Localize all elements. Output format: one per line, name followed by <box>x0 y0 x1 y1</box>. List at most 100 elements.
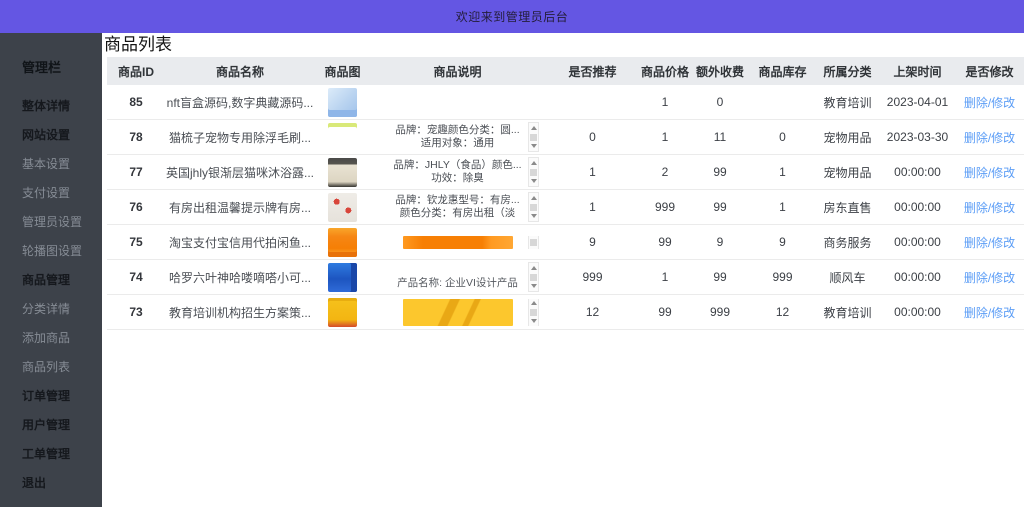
delete-edit-link[interactable]: 删除/修改 <box>964 306 1015 320</box>
desc-line-2: 颜色分类：有房出租（淡 <box>384 207 532 220</box>
desc-scrollbar[interactable] <box>528 157 539 187</box>
cell-product-image <box>315 88 370 117</box>
cell-price: 2 <box>640 165 690 179</box>
sidebar-item-add-product[interactable]: 添加商品 <box>22 332 102 344</box>
topbar: 欢迎来到管理员后台 <box>0 0 1024 33</box>
desc-scrollbar[interactable] <box>528 192 539 222</box>
cell-recommend: 12 <box>545 305 640 319</box>
product-desc-text: 品牌：宠趣颜色分类：圆... 适用对象：通用 <box>384 122 532 152</box>
table-row: 74 哈罗六叶神哈喽嘀嗒小可... 产品名称: 企业VI设计产品 999 1 9… <box>107 260 1024 295</box>
cell-extra-fee: 99 <box>690 165 750 179</box>
cell-shelf-time: 2023-03-30 <box>880 130 955 144</box>
scroll-up-icon[interactable] <box>531 266 537 270</box>
sidebar-item-site-settings[interactable]: 网站设置 <box>22 129 102 141</box>
sidebar-item-category-detail[interactable]: 分类详情 <box>22 303 102 315</box>
cell-shelf-time: 00:00:00 <box>880 235 955 249</box>
sidebar-item-order-management[interactable]: 订单管理 <box>22 390 102 402</box>
table-header-row: 商品ID 商品名称 商品图 商品说明 是否推荐 商品价格 额外收费 商品库存 所… <box>107 57 1024 85</box>
sidebar-item-user-management[interactable]: 用户管理 <box>22 419 102 431</box>
scroll-thumb[interactable] <box>530 274 537 281</box>
table-row: 85 nft盲盒源码,数字典藏源码... 1 0 教育培训 2023-04-01… <box>107 85 1024 120</box>
desc-line-2: 功效：除臭 <box>384 172 532 185</box>
cat-shampoo-dark-image <box>328 158 357 187</box>
cell-product-desc: 产品名称: 企业VI设计产品 <box>370 262 545 292</box>
desc-orange-banner-image <box>403 236 513 249</box>
delete-edit-link[interactable]: 删除/修改 <box>964 201 1015 215</box>
scroll-down-icon[interactable] <box>531 319 537 323</box>
col-header-product-name: 商品名称 <box>165 63 315 80</box>
scroll-up-icon[interactable] <box>531 161 537 165</box>
sidebar-item-payment-settings[interactable]: 支付设置 <box>22 187 102 199</box>
col-header-modify: 是否修改 <box>955 63 1024 80</box>
desc-scrollbar[interactable] <box>528 299 539 326</box>
cell-product-name: 有房出租温馨提示牌有房... <box>165 199 315 216</box>
scroll-up-icon[interactable] <box>531 301 537 305</box>
cell-category: 教育培训 <box>815 94 880 111</box>
desc-line-2: 适用对象：通用 <box>384 137 532 150</box>
table-row: 73 教育培训机构招生方案策... 12 99 999 12 教育培训 00:0… <box>107 295 1024 330</box>
cell-shelf-time: 00:00:00 <box>880 165 955 179</box>
cell-product-desc <box>370 299 545 326</box>
cell-category: 房东直售 <box>815 199 880 216</box>
delete-edit-link[interactable]: 删除/修改 <box>964 236 1015 250</box>
cell-product-id: 76 <box>107 200 165 214</box>
table-row: 76 有房出租温馨提示牌有房... 品牌：钦龙惠型号：有房... 颜色分类：有房… <box>107 190 1024 225</box>
sidebar-item-ticket-management[interactable]: 工单管理 <box>22 448 102 460</box>
desc-scrollbar[interactable] <box>528 122 539 152</box>
cell-recommend: 1 <box>545 165 640 179</box>
cell-product-image <box>315 193 370 222</box>
cell-shelf-time: 00:00:00 <box>880 200 955 214</box>
cell-product-desc <box>370 236 545 249</box>
scroll-down-icon[interactable] <box>531 284 537 288</box>
cell-category: 教育培训 <box>815 304 880 321</box>
sidebar-item-basic-settings[interactable]: 基本设置 <box>22 158 102 170</box>
scroll-up-icon[interactable] <box>531 196 537 200</box>
sidebar-item-carousel-settings[interactable]: 轮播图设置 <box>22 245 102 257</box>
cell-product-image <box>315 228 370 257</box>
sidebar-item-product-management[interactable]: 商品管理 <box>22 274 102 286</box>
sidebar-item-logout[interactable]: 退出 <box>22 477 102 489</box>
scroll-thumb[interactable] <box>530 134 537 141</box>
scroll-down-icon[interactable] <box>531 179 537 183</box>
scroll-thumb[interactable] <box>530 169 537 176</box>
cell-price: 1 <box>640 130 690 144</box>
hallo-blue-image <box>328 263 357 292</box>
rental-sign-image <box>328 193 357 222</box>
cell-stock: 9 <box>750 235 815 249</box>
desc-scrollbar[interactable] <box>528 262 539 292</box>
cell-product-name: nft盲盒源码,数字典藏源码... <box>165 94 315 111</box>
delete-edit-link[interactable]: 删除/修改 <box>964 131 1015 145</box>
scroll-thumb[interactable] <box>530 204 537 211</box>
nft-blue-image <box>328 88 357 117</box>
desc-yellow-banner-image <box>403 299 513 326</box>
product-desc-text: 产品名称: 企业VI设计产品 <box>384 262 532 292</box>
cell-stock: 999 <box>750 270 815 284</box>
scroll-down-icon[interactable] <box>531 214 537 218</box>
cell-price: 999 <box>640 200 690 214</box>
page-title: 商品列表 <box>104 35 1024 55</box>
cell-product-image <box>315 123 370 152</box>
col-header-category: 所属分类 <box>815 63 880 80</box>
taobao-orange-image <box>328 228 357 257</box>
scroll-down-icon[interactable] <box>531 144 537 148</box>
desc-scrollbar[interactable] <box>528 236 539 249</box>
cell-product-image <box>315 158 370 187</box>
scroll-thumb[interactable] <box>530 239 537 246</box>
sidebar-item-overall-detail[interactable]: 整体详情 <box>22 100 102 112</box>
cell-price: 99 <box>640 235 690 249</box>
table-row: 77 英国jhly银渐层猫咪沐浴露... 品牌：JHLY（食品）颜色... 功效… <box>107 155 1024 190</box>
delete-edit-link[interactable]: 删除/修改 <box>964 271 1015 285</box>
scroll-up-icon[interactable] <box>531 126 537 130</box>
cell-category: 顺风车 <box>815 269 880 286</box>
delete-edit-link[interactable]: 删除/修改 <box>964 96 1015 110</box>
col-header-product-id: 商品ID <box>107 63 165 80</box>
sidebar-item-product-list[interactable]: 商品列表 <box>22 361 102 373</box>
desc-line-1: 品牌：钦龙惠型号：有房... <box>384 194 532 207</box>
cell-product-name: 淘宝支付宝信用代拍闲鱼... <box>165 234 315 251</box>
product-desc-text: 品牌：JHLY（食品）颜色... 功效：除臭 <box>384 157 532 187</box>
scroll-thumb[interactable] <box>530 309 537 316</box>
sidebar-item-admin-settings[interactable]: 管理员设置 <box>22 216 102 228</box>
cell-product-desc: 品牌：JHLY（食品）颜色... 功效：除臭 <box>370 157 545 187</box>
col-header-stock: 商品库存 <box>750 63 815 80</box>
delete-edit-link[interactable]: 删除/修改 <box>964 166 1015 180</box>
